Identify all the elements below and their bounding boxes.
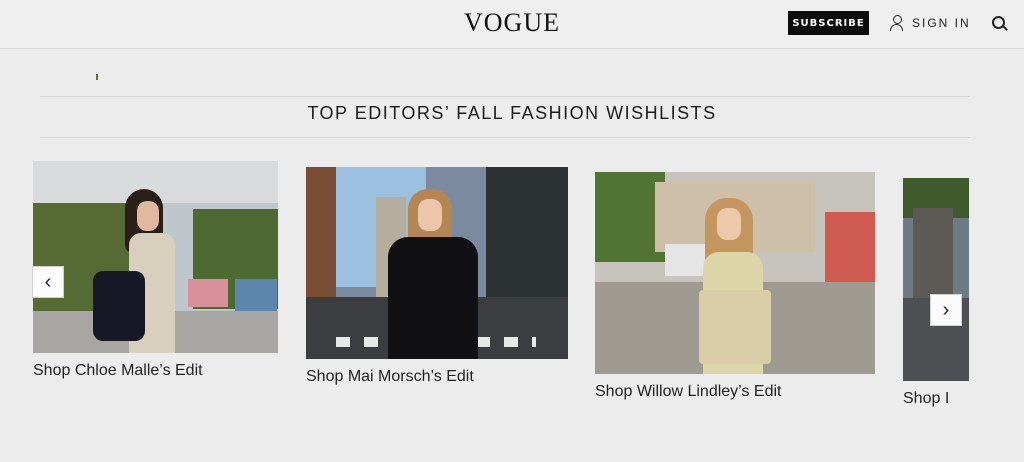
- card-image[interactable]: [306, 167, 568, 359]
- carousel-card-chloe-malle[interactable]: Shop Chloe Malle’s Edit: [33, 161, 278, 380]
- page-mark: [96, 74, 98, 80]
- card-caption[interactable]: Shop Mai Morsch’s Edit: [306, 368, 568, 386]
- carousel-next-button[interactable]: ›: [930, 294, 962, 326]
- card-image[interactable]: [903, 178, 969, 381]
- carousel-card-willow-lindley[interactable]: Shop Willow Lindley’s Edit: [595, 172, 875, 401]
- divider-top: [40, 96, 970, 97]
- section-title: TOP EDITORS’ FALL FASHION WISHLISTS: [307, 103, 717, 123]
- chevron-left-icon: ‹: [44, 270, 52, 293]
- sign-in-label: SIGN IN: [912, 16, 971, 30]
- card-image[interactable]: [595, 172, 875, 374]
- carousel-prev-button[interactable]: ‹: [32, 266, 64, 298]
- carousel-card-partial[interactable]: Shop I: [903, 178, 969, 408]
- card-image[interactable]: [33, 161, 278, 353]
- card-caption[interactable]: Shop Chloe Malle’s Edit: [33, 362, 278, 380]
- card-caption[interactable]: Shop I: [903, 390, 969, 408]
- chevron-right-icon: ›: [942, 298, 950, 321]
- site-header: VOGUE SUBSCRIBE SIGN IN: [0, 0, 1024, 49]
- card-caption[interactable]: Shop Willow Lindley’s Edit: [595, 383, 875, 401]
- sign-in-link[interactable]: SIGN IN: [890, 13, 971, 33]
- carousel-card-mai-morsch[interactable]: Shop Mai Morsch’s Edit: [306, 167, 568, 386]
- user-icon: [890, 15, 904, 31]
- search-icon[interactable]: [992, 16, 1008, 32]
- divider-bottom: [40, 137, 970, 138]
- vogue-logo[interactable]: VOGUE: [0, 8, 1024, 38]
- subscribe-button[interactable]: SUBSCRIBE: [788, 11, 869, 35]
